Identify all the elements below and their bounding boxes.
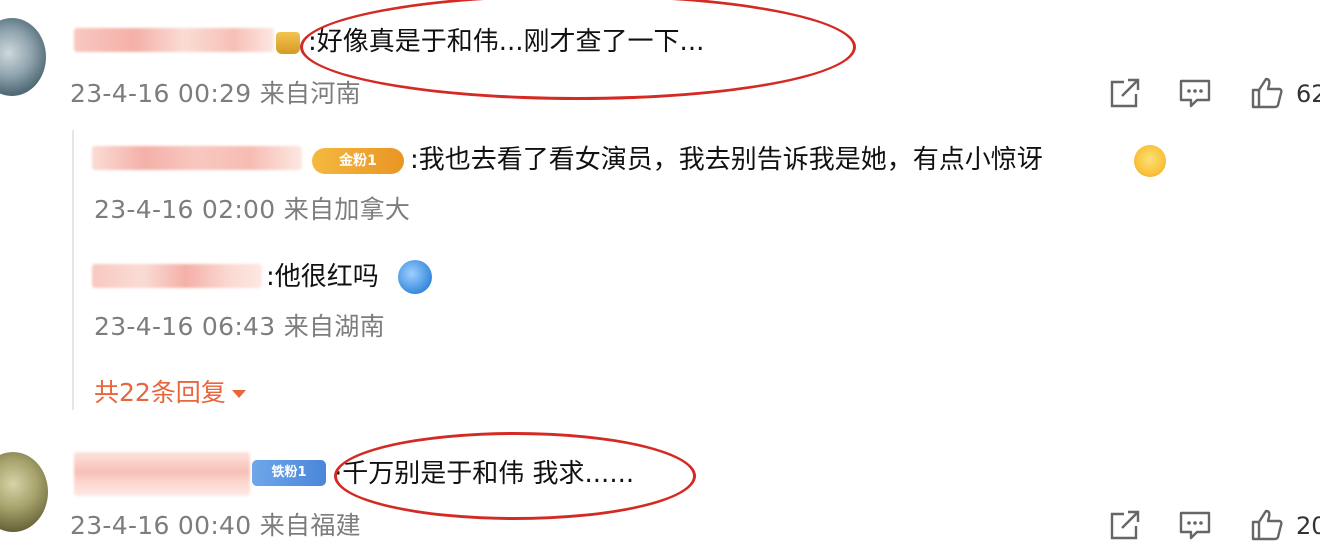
reply-location: 来自湖南 <box>283 312 385 341</box>
reply-location: 来自加拿大 <box>283 195 411 224</box>
avatar[interactable] <box>0 18 46 96</box>
reply-thread-line <box>72 130 74 410</box>
chevron-down-icon <box>231 390 246 398</box>
like-count: 62 <box>1296 80 1320 108</box>
share-icon[interactable] <box>1108 78 1142 110</box>
comment-meta: 23-4-16 00:40 来自福建 <box>70 510 361 542</box>
comment-location: 来自福建 <box>259 511 361 540</box>
fan-badge: 金粉1 <box>312 148 404 174</box>
more-replies-label: 共22条回复 <box>94 378 226 407</box>
reply-time: 23-4-16 02:00 <box>94 195 276 224</box>
username-blurred[interactable] <box>92 264 262 288</box>
fan-badge: 铁粉1 <box>252 460 326 486</box>
reply-time: 23-4-16 06:43 <box>94 312 276 341</box>
comment-icon[interactable] <box>1178 78 1212 110</box>
share-icon[interactable] <box>1108 510 1142 542</box>
username-blurred[interactable] <box>74 452 250 496</box>
like-icon[interactable] <box>1250 508 1284 542</box>
crown-badge-icon <box>276 32 300 54</box>
avatar[interactable] <box>0 452 48 532</box>
highlight-oval <box>334 432 696 520</box>
reply-text: :我也去看了看女演员，我去别告诉我是她，有点小惊讶 <box>410 145 1043 175</box>
more-replies-link[interactable]: 共22条回复 <box>94 377 246 409</box>
shark-emoji-icon <box>398 260 432 294</box>
reply-meta: 23-4-16 06:43 来自湖南 <box>94 311 385 343</box>
reply-meta: 23-4-16 02:00 来自加拿大 <box>94 194 410 226</box>
comment-time: 23-4-16 00:29 <box>70 79 252 108</box>
comment-meta: 23-4-16 00:29 来自河南 <box>70 78 361 110</box>
username-blurred[interactable] <box>92 146 302 170</box>
reply-text: :他很红吗 <box>266 262 379 292</box>
laugh-cry-emoji-icon <box>1134 145 1166 177</box>
highlight-oval <box>300 0 856 100</box>
like-count: 20 <box>1296 512 1320 540</box>
username-blurred[interactable] <box>74 28 274 52</box>
comment-location: 来自河南 <box>259 79 361 108</box>
comment-icon[interactable] <box>1178 510 1212 542</box>
like-icon[interactable] <box>1250 76 1284 110</box>
comment-time: 23-4-16 00:40 <box>70 511 252 540</box>
